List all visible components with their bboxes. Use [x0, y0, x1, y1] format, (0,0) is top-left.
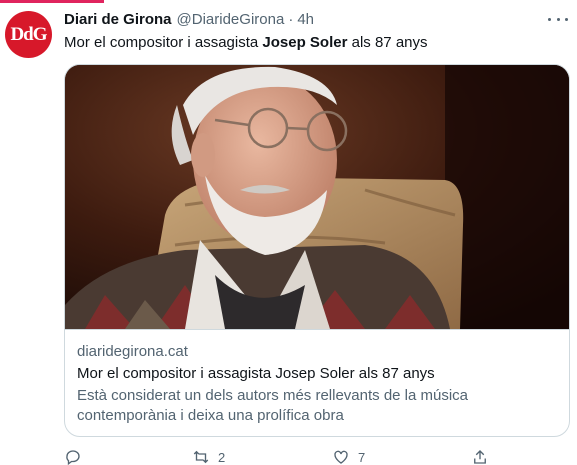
tweet-text-start: Mor el compositor i assagista — [64, 34, 263, 51]
tweet-text-bold: Josep Soler — [262, 34, 348, 51]
separator-dot: · — [288, 11, 294, 28]
card-domain: diaridegirona.cat — [77, 343, 188, 360]
share-icon — [474, 450, 486, 464]
author-handle[interactable]: @DiarideGirona — [177, 11, 285, 28]
reply-button[interactable] — [64, 448, 90, 465]
card-description: Està considerat un dels autors més relle… — [77, 387, 469, 424]
portrait-photo — [65, 65, 569, 329]
card-info[interactable]: diaridegirona.cat Mor el compositor i as… — [65, 329, 569, 436]
more-icon[interactable] — [548, 12, 568, 26]
card-title: Mor el compositor i assagista Josep Sole… — [77, 365, 435, 382]
avatar-logo-text: DdG — [10, 23, 47, 45]
tweet-text: Mor el compositor i assagista Josep Sole… — [64, 33, 428, 53]
like-count: 7 — [358, 449, 366, 465]
tweet-time[interactable]: 4h — [297, 11, 314, 28]
tweet-text-end: als 87 anys — [347, 34, 428, 51]
retweet-icon — [193, 450, 209, 464]
tweet-actions: 2 7 — [64, 448, 544, 465]
author-name[interactable]: Diari de Girona — [64, 11, 172, 28]
top-accent-bar — [0, 0, 104, 3]
share-button[interactable] — [471, 448, 489, 465]
retweet-button[interactable]: 2 — [192, 448, 225, 465]
like-button[interactable]: 7 — [332, 448, 365, 465]
avatar[interactable]: DdG — [5, 11, 52, 58]
link-card[interactable]: diaridegirona.cat Mor el compositor i as… — [64, 64, 570, 437]
card-image[interactable] — [65, 65, 569, 329]
reply-icon — [66, 450, 80, 465]
tweet-header: Diari de Girona @DiarideGirona · 4h — [64, 11, 314, 31]
like-icon — [334, 450, 348, 464]
retweet-count: 2 — [218, 449, 226, 465]
